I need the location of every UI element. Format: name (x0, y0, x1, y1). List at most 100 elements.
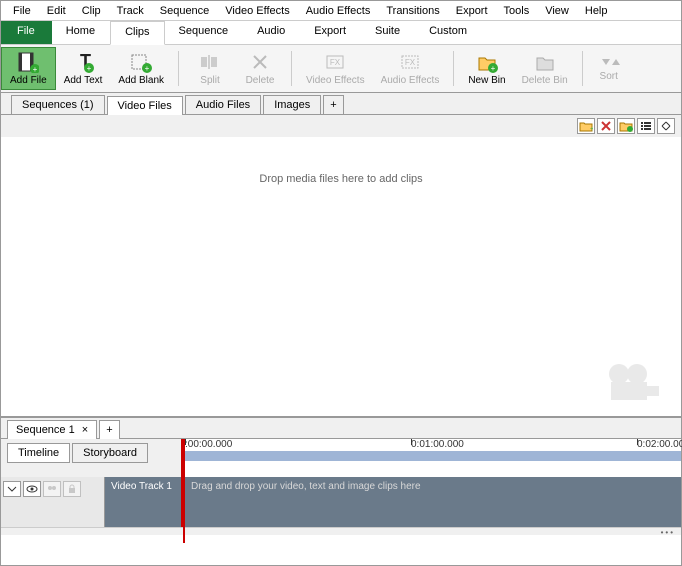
menubar: File Edit Clip Track Sequence Video Effe… (1, 1, 681, 21)
track-label[interactable]: Video Track 1 (105, 477, 181, 527)
menu-track[interactable]: Track (109, 3, 152, 19)
ribbon-audio[interactable]: Audio (243, 21, 300, 44)
menu-help[interactable]: Help (577, 3, 616, 19)
add-file-label: Add File (10, 75, 47, 86)
media-drop-area[interactable]: Drop media files here to add clips (1, 137, 681, 417)
delete-bin-button[interactable]: Delete Bin (514, 47, 576, 90)
split-button[interactable]: Split (185, 47, 235, 90)
folder-delete-icon (534, 51, 556, 73)
blank-add-icon: + (130, 51, 152, 73)
sequence-tab[interactable]: Sequence 1 × (7, 420, 97, 439)
close-sequence-button[interactable]: × (82, 424, 88, 436)
svg-text:+: + (590, 126, 593, 132)
expand-button[interactable] (657, 118, 675, 134)
tab-sequences[interactable]: Sequences (1) (11, 95, 105, 114)
audio-effects-label: Audio Effects (381, 75, 440, 86)
menu-edit[interactable]: Edit (39, 3, 74, 19)
track-controls (1, 477, 105, 527)
lock-icon (67, 484, 77, 494)
add-file-button[interactable]: + Add File (1, 47, 56, 90)
fx-video-icon: FX (324, 51, 346, 73)
playhead[interactable] (183, 439, 185, 543)
list-view-button[interactable] (637, 118, 655, 134)
sort-button[interactable]: Sort (589, 47, 629, 90)
ribbon-file[interactable]: File (1, 21, 52, 44)
text-add-icon: T+ (72, 51, 94, 73)
tab-images[interactable]: Images (263, 95, 321, 114)
ribbon-home[interactable]: Home (52, 21, 110, 44)
sort-icon (598, 55, 620, 69)
ribbon-custom[interactable]: Custom (415, 21, 482, 44)
svg-text:FX: FX (405, 58, 416, 67)
ribbon-suite[interactable]: Suite (361, 21, 415, 44)
menu-view[interactable]: View (537, 3, 577, 19)
video-effects-button[interactable]: FX Video Effects (298, 47, 373, 90)
chevron-down-icon (7, 485, 17, 493)
split-label: Split (200, 75, 219, 86)
svg-text:FX: FX (330, 58, 341, 67)
track-collapse-button[interactable] (3, 481, 21, 497)
add-blank-label: Add Blank (118, 75, 164, 86)
add-text-label: Add Text (64, 75, 103, 86)
ruler-tick-0: :00:00.000 (185, 439, 232, 450)
folder-plus-icon: + (579, 120, 593, 132)
new-folder-button[interactable] (617, 118, 635, 134)
menu-audio-effects[interactable]: Audio Effects (298, 3, 379, 19)
menu-transitions[interactable]: Transitions (378, 3, 447, 19)
resize-grip[interactable]: ••• (1, 527, 681, 535)
tab-audio-files[interactable]: Audio Files (185, 95, 261, 114)
folder-add-icon: + (476, 51, 498, 73)
menu-tools[interactable]: Tools (496, 3, 538, 19)
ribbon-tabs: File Home Clips Sequence Audio Export Su… (1, 21, 681, 45)
track-visible-button[interactable] (23, 481, 41, 497)
delete-item-button[interactable] (597, 118, 615, 134)
separator (453, 51, 454, 86)
split-icon (199, 51, 221, 73)
ribbon-clips[interactable]: Clips (110, 21, 164, 45)
timeline-ruler[interactable]: :00:00.000 0:01:00.000 0:02:00.000 (181, 439, 681, 477)
toolbar: + Add File T+ Add Text + Add Blank Split… (1, 45, 681, 93)
ribbon-export[interactable]: Export (300, 21, 361, 44)
camera-watermark-icon (603, 360, 663, 406)
add-sequence-button[interactable]: + (99, 420, 119, 439)
add-text-button[interactable]: T+ Add Text (56, 47, 111, 90)
eye-icon (26, 484, 38, 494)
folder-new-icon (619, 120, 633, 132)
separator (291, 51, 292, 86)
menu-sequence[interactable]: Sequence (152, 3, 218, 19)
svg-text:+: + (33, 65, 38, 73)
timeline-view-tabs: Timeline Storyboard (1, 439, 181, 477)
audio-effects-button[interactable]: FX Audio Effects (373, 47, 448, 90)
ruler-band (183, 451, 681, 461)
tab-video-files[interactable]: Video Files (107, 96, 183, 115)
menu-file[interactable]: File (5, 3, 39, 19)
delete-icon (249, 51, 271, 73)
track-area: Video Track 1 Drag and drop your video, … (1, 477, 681, 527)
track-link-button[interactable] (43, 481, 61, 497)
separator (178, 51, 179, 86)
menu-clip[interactable]: Clip (74, 3, 109, 19)
panel-icon-bar: + (1, 115, 681, 137)
separator (582, 51, 583, 86)
timeline-tab[interactable]: Timeline (7, 443, 70, 463)
add-blank-button[interactable]: + Add Blank (110, 47, 172, 90)
svg-text:+: + (145, 64, 150, 73)
storyboard-tab[interactable]: Storyboard (72, 443, 148, 463)
ribbon-sequence[interactable]: Sequence (165, 21, 244, 44)
film-add-icon: + (17, 51, 39, 73)
video-track-body[interactable]: Drag and drop your video, text and image… (181, 477, 681, 527)
menu-video-effects[interactable]: Video Effects (217, 3, 297, 19)
menu-export[interactable]: Export (448, 3, 496, 19)
add-folder-button[interactable]: + (577, 118, 595, 134)
track-lock-button[interactable] (63, 481, 81, 497)
group-icon (46, 484, 58, 494)
delete-button[interactable]: Delete (235, 47, 285, 90)
drop-hint: Drop media files here to add clips (259, 173, 422, 185)
sequence-name: Sequence 1 (16, 424, 75, 436)
video-effects-label: Video Effects (306, 75, 365, 86)
tab-add[interactable]: + (323, 95, 343, 114)
ruler-tick-1: 0:01:00.000 (411, 439, 464, 450)
delete-bin-label: Delete Bin (522, 75, 568, 86)
new-bin-button[interactable]: + New Bin (460, 47, 513, 90)
panel-tabs: Sequences (1) Video Files Audio Files Im… (1, 93, 681, 115)
